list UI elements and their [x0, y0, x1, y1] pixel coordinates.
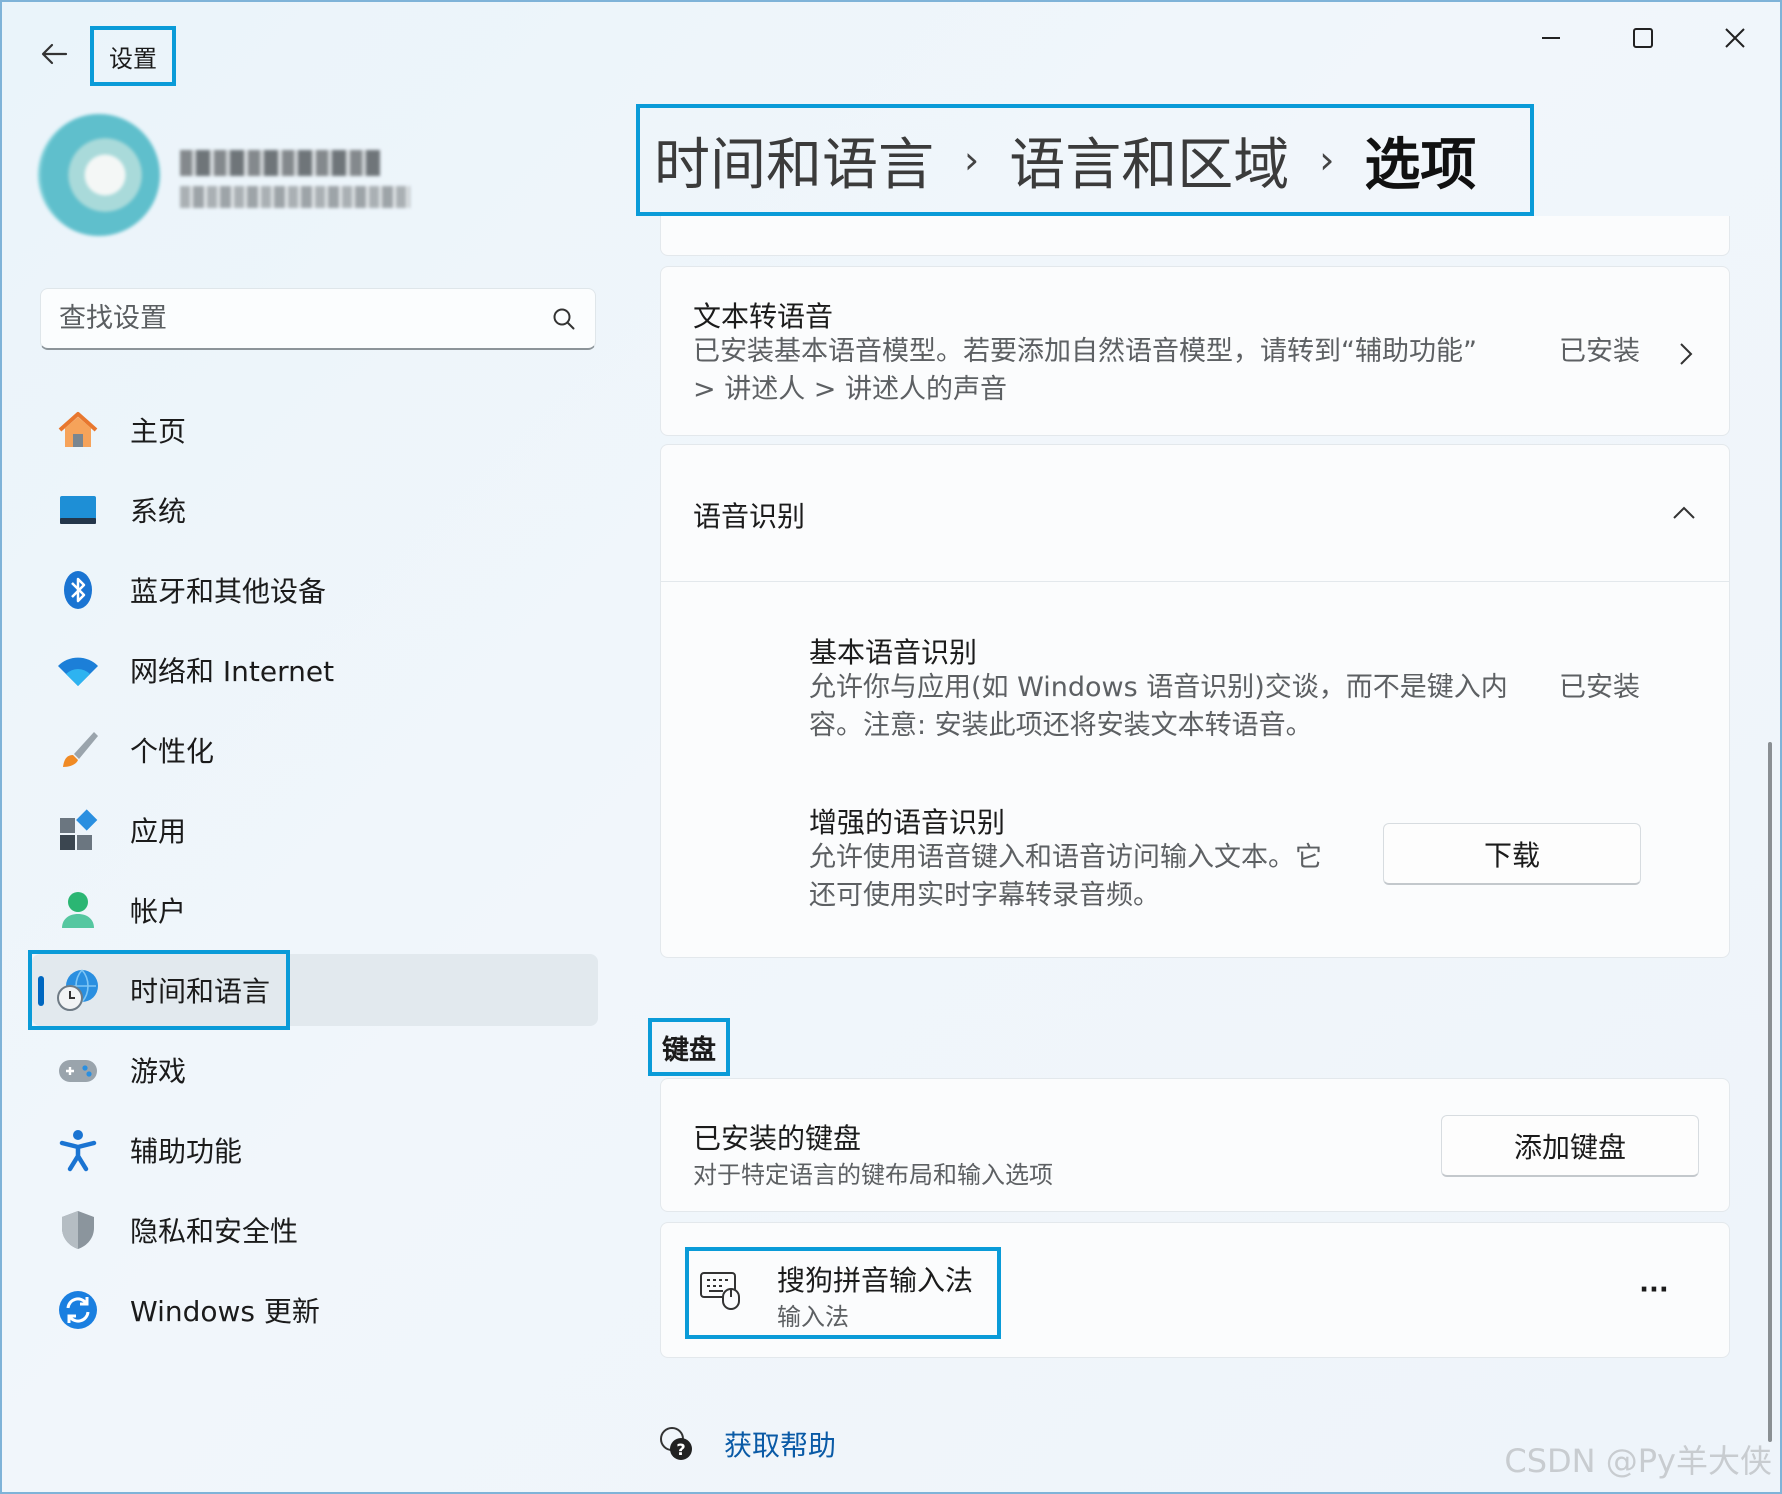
sidebar-item-label: 个性化: [130, 735, 215, 768]
app-title: 设置: [90, 26, 176, 86]
enhanced-speech-desc-line2: 还可使用实时字幕转录音频。: [809, 880, 1160, 911]
gamepad-icon: [56, 1048, 100, 1092]
wifi-icon: [56, 648, 100, 692]
keyboard-icon: [700, 1272, 740, 1310]
minimize-button[interactable]: [1516, 14, 1586, 62]
installed-keyboards-title: 已安装的键盘: [693, 1122, 862, 1155]
accessibility-icon: [56, 1128, 100, 1172]
breadcrumb: 时间和语言 › 语言和区域 › 选项: [636, 104, 1534, 216]
bluetooth-icon: [56, 568, 100, 612]
speech-header[interactable]: 语音识别: [661, 445, 1729, 581]
help-icon: ?: [660, 1427, 692, 1460]
home-icon: [56, 408, 100, 452]
tts-card[interactable]: 文本转语音 已安装基本语音模型。若要添加自然语音模型，请转到“辅助功能” > 讲…: [660, 266, 1730, 436]
installed-keyboards-desc: 对于特定语言的键布局和输入选项: [693, 1161, 1053, 1189]
basic-speech-desc-line1: 允许你与应用(如 Windows 语音识别)交谈，而不是键入内: [809, 672, 1508, 703]
svg-text:?: ?: [676, 1440, 685, 1459]
search-box[interactable]: [40, 288, 596, 350]
speech-title: 语音识别: [693, 500, 806, 533]
sidebar-item-label: 应用: [130, 815, 187, 848]
previous-card: [660, 216, 1730, 256]
breadcrumb-separator: ›: [1319, 138, 1335, 182]
sidebar-item-label: 游戏: [130, 1055, 187, 1088]
sidebar-item-label: Windows 更新: [130, 1295, 320, 1328]
profile-name: [180, 150, 380, 176]
shield-icon: [56, 1208, 100, 1252]
tts-desc-line1: 已安装基本语音模型。若要添加自然语音模型，请转到“辅助功能”: [693, 336, 1477, 367]
ime-name: 搜狗拼音输入法: [777, 1264, 974, 1297]
sidebar-item-network[interactable]: 网络和 Internet: [32, 634, 598, 706]
active-indicator: [38, 976, 44, 1006]
breadcrumb-separator: ›: [964, 138, 980, 182]
minimize-icon: [1542, 37, 1560, 39]
basic-speech-title: 基本语音识别: [809, 636, 978, 669]
sidebar-item-label: 隐私和安全性: [130, 1215, 299, 1248]
breadcrumb-item-time-language[interactable]: 时间和语言: [654, 120, 934, 201]
tts-status: 已安装: [1559, 336, 1640, 367]
sidebar-item-windows-update[interactable]: Windows 更新: [32, 1274, 598, 1346]
apps-icon: [56, 808, 100, 852]
get-help-link[interactable]: ? 获取帮助: [658, 1424, 836, 1464]
maximize-icon: [1633, 28, 1653, 48]
sidebar-item-system[interactable]: 系统: [32, 474, 598, 546]
sidebar-item-label: 系统: [130, 495, 187, 528]
account-icon: [56, 888, 100, 932]
installed-keyboards-card: 已安装的键盘 对于特定语言的键布局和输入选项 添加键盘: [660, 1078, 1730, 1212]
close-button[interactable]: [1700, 14, 1770, 62]
maximize-button[interactable]: [1608, 14, 1678, 62]
breadcrumb-item-language-region[interactable]: 语言和区域: [1009, 120, 1289, 201]
profile-email: [180, 186, 410, 208]
more-options-button[interactable]: ···: [1619, 1267, 1689, 1313]
sidebar-item-home[interactable]: 主页: [32, 394, 598, 466]
add-keyboard-button[interactable]: 添加键盘: [1441, 1115, 1699, 1177]
system-icon: [56, 488, 100, 532]
divider: [661, 581, 1729, 582]
chevron-right-icon: [1680, 343, 1693, 365]
settings-window: 设置 主页: [0, 0, 1782, 1494]
sidebar-item-label: 主页: [130, 415, 187, 448]
sidebar-item-label: 辅助功能: [130, 1135, 243, 1168]
sidebar-item-accessibility[interactable]: 辅助功能: [32, 1114, 598, 1186]
get-help-label: 获取帮助: [724, 1429, 837, 1462]
avatar[interactable]: [38, 114, 160, 236]
enhanced-speech-title: 增强的语音识别: [809, 806, 1006, 839]
close-icon: [1725, 28, 1745, 48]
sidebar-item-privacy[interactable]: 隐私和安全性: [32, 1194, 598, 1266]
sidebar-item-label: 时间和语言: [130, 975, 271, 1008]
sidebar-item-time-language[interactable]: 时间和语言: [28, 950, 598, 1030]
sidebar-item-apps[interactable]: 应用: [32, 794, 598, 866]
arrow-left-icon: [41, 43, 68, 65]
chevron-up-icon: [1673, 506, 1695, 519]
search-input[interactable]: [59, 303, 551, 334]
tts-title: 文本转语音: [693, 300, 834, 333]
watermark: CSDN @Py羊大侠: [1504, 1442, 1772, 1480]
update-icon: [56, 1288, 100, 1332]
sidebar-item-accounts[interactable]: 帐户: [32, 874, 598, 946]
sidebar-item-label: 蓝牙和其他设备: [130, 575, 327, 608]
ime-item[interactable]: 搜狗拼音输入法 输入法: [685, 1247, 1001, 1339]
search-icon[interactable]: [551, 306, 577, 332]
enhanced-speech-desc-line1: 允许使用语音键入和语音访问输入文本。它: [809, 842, 1322, 873]
ime-card: 搜狗拼音输入法 输入法 ···: [660, 1222, 1730, 1358]
brush-icon: [56, 728, 100, 772]
sidebar-item-label: 网络和 Internet: [130, 655, 335, 688]
sidebar-item-bluetooth[interactable]: 蓝牙和其他设备: [32, 554, 598, 626]
basic-speech-desc-line2: 容。注意: 安装此项还将安装文本转语音。: [809, 710, 1313, 741]
sidebar-item-label: 帐户: [130, 895, 187, 928]
tts-desc-line2: > 讲述人 > 讲述人的声音: [693, 374, 1007, 405]
page-title: 选项: [1364, 132, 1477, 198]
basic-speech-status: 已安装: [1559, 672, 1640, 703]
sidebar-nav: 主页 系统 蓝牙和其他设备 网络和 Internet 个性化 应用 帐户 时间和…: [28, 394, 598, 1354]
download-button[interactable]: 下载: [1383, 823, 1641, 885]
sidebar-item-gaming[interactable]: 游戏: [32, 1034, 598, 1106]
speech-card: 语音识别 基本语音识别 允许你与应用(如 Windows 语音识别)交谈，而不是…: [660, 444, 1730, 958]
scrollbar[interactable]: [1768, 742, 1772, 1442]
ime-type: 输入法: [777, 1303, 849, 1331]
back-button[interactable]: [32, 32, 76, 76]
section-heading-keyboard: 键盘: [648, 1018, 730, 1076]
sidebar-item-personalization[interactable]: 个性化: [32, 714, 598, 786]
globe-clock-icon: [56, 968, 100, 1012]
